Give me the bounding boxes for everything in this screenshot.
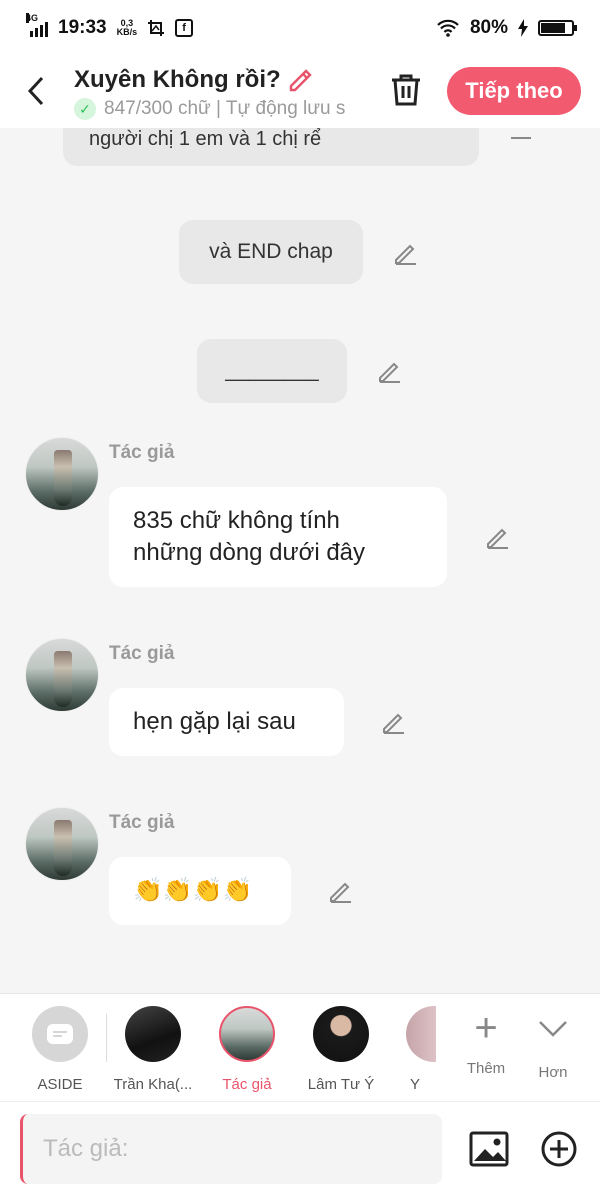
more-characters-button[interactable]: Hơn: [523, 1008, 583, 1081]
message-bubble[interactable]: hẹn gặp lại sau: [109, 688, 344, 756]
facebook-icon: f: [175, 19, 194, 37]
aside-text: người chị 1 em và 1 chị rể: [89, 128, 322, 150]
character-name: Trần Kha(...: [113, 1076, 193, 1093]
story-title[interactable]: Xuyên Không rồi?: [74, 66, 281, 94]
avatar[interactable]: [25, 437, 99, 511]
message-line: những dòng dưới đây: [133, 539, 366, 566]
edit-title-icon[interactable]: [287, 66, 315, 94]
chat-area[interactable]: người chị 1 em và 1 chị rể và END chap _…: [0, 128, 600, 992]
speed-unit: KB/s: [116, 27, 138, 37]
avatar: [125, 1006, 181, 1062]
network-speed: 0,3 KB/s: [117, 19, 138, 37]
word-count-status: 847/300 chữ | Tự động lưu s: [104, 98, 346, 119]
character-name: ASIDE: [37, 1076, 83, 1093]
add-circle-icon[interactable]: [540, 1130, 578, 1168]
signal-icon: 4G: [26, 13, 48, 37]
edit-pencil-icon[interactable]: [508, 128, 534, 144]
avatar: [219, 1006, 275, 1062]
screenshot-icon: [148, 20, 165, 36]
next-button[interactable]: Tiếp theo: [447, 67, 581, 115]
speaker-name: Tác giả: [109, 442, 175, 463]
aside-bubble[interactable]: ________: [197, 339, 347, 403]
character-name: Tác giả: [222, 1076, 272, 1093]
message-line: 👏👏👏👏: [133, 877, 253, 904]
avatar: [406, 1006, 436, 1062]
avatar[interactable]: [25, 638, 99, 712]
clock: 19:33: [58, 17, 107, 38]
speaker-name: Tác giả: [109, 643, 175, 664]
aside-bubble[interactable]: và END chap: [179, 220, 363, 284]
message-bubble[interactable]: 👏👏👏👏: [109, 857, 291, 925]
character-lam-tu-y[interactable]: Lâm Tư Ý: [299, 1006, 383, 1093]
saved-check-icon: ✓: [74, 98, 96, 120]
aside-bubble-partial[interactable]: người chị 1 em và 1 chị rể: [63, 128, 479, 166]
add-character-button[interactable]: + Thêm: [456, 1008, 516, 1077]
edit-pencil-icon[interactable]: [392, 240, 418, 266]
aside-text: ________: [225, 359, 319, 382]
aside-chat-icon: [32, 1006, 88, 1062]
battery-level: [541, 23, 565, 33]
edit-pencil-icon[interactable]: [327, 878, 353, 904]
back-arrow-icon: [27, 76, 44, 106]
back-button[interactable]: [24, 74, 48, 112]
character-aside[interactable]: ASIDE: [18, 1006, 102, 1093]
message-input[interactable]: [20, 1114, 442, 1184]
character-tran-kha[interactable]: Trần Kha(...: [111, 1006, 195, 1093]
image-icon[interactable]: [468, 1128, 510, 1170]
message-line: 835 chữ không tính: [133, 507, 340, 534]
edit-pencil-icon[interactable]: [376, 358, 402, 384]
battery-percent: 80%: [469, 17, 508, 38]
edit-pencil-icon[interactable]: [484, 524, 510, 550]
avatar: [313, 1006, 369, 1062]
more-label: Hơn: [538, 1064, 568, 1081]
character-tac-gia[interactable]: Tác giả: [205, 1006, 289, 1093]
character-name: Lâm Tư Ý: [307, 1076, 375, 1093]
plus-icon: +: [474, 1006, 498, 1050]
chevron-down-icon: [539, 1021, 567, 1037]
compose-bar: [0, 1101, 600, 1198]
aside-text: và END chap: [209, 240, 333, 263]
wifi-icon: [437, 19, 459, 37]
character-partial[interactable]: Y: [396, 1006, 436, 1093]
speaker-name: Tác giả: [109, 812, 175, 833]
add-label: Thêm: [466, 1060, 506, 1077]
divider: [106, 1014, 107, 1062]
message-bubble[interactable]: 835 chữ không tính những dòng dưới đây: [109, 487, 447, 587]
message-line: hẹn gặp lại sau: [133, 708, 296, 735]
avatar[interactable]: [25, 807, 99, 881]
character-selector: ASIDE Trần Kha(... Tác giả Lâm Tư Ý Y + …: [0, 993, 600, 1101]
charging-icon: [518, 19, 528, 37]
battery-icon: [538, 20, 577, 36]
character-name: Y: [410, 1076, 421, 1093]
network-type: 4G: [26, 13, 39, 23]
delete-trash-icon[interactable]: [386, 70, 426, 110]
editor-header: Xuyên Không rồi? ✓ 847/300 chữ | Tự động…: [0, 56, 600, 128]
edit-pencil-icon[interactable]: [380, 709, 406, 735]
status-bar: 4G 19:33 0,3 KB/s f 80%: [0, 0, 600, 56]
